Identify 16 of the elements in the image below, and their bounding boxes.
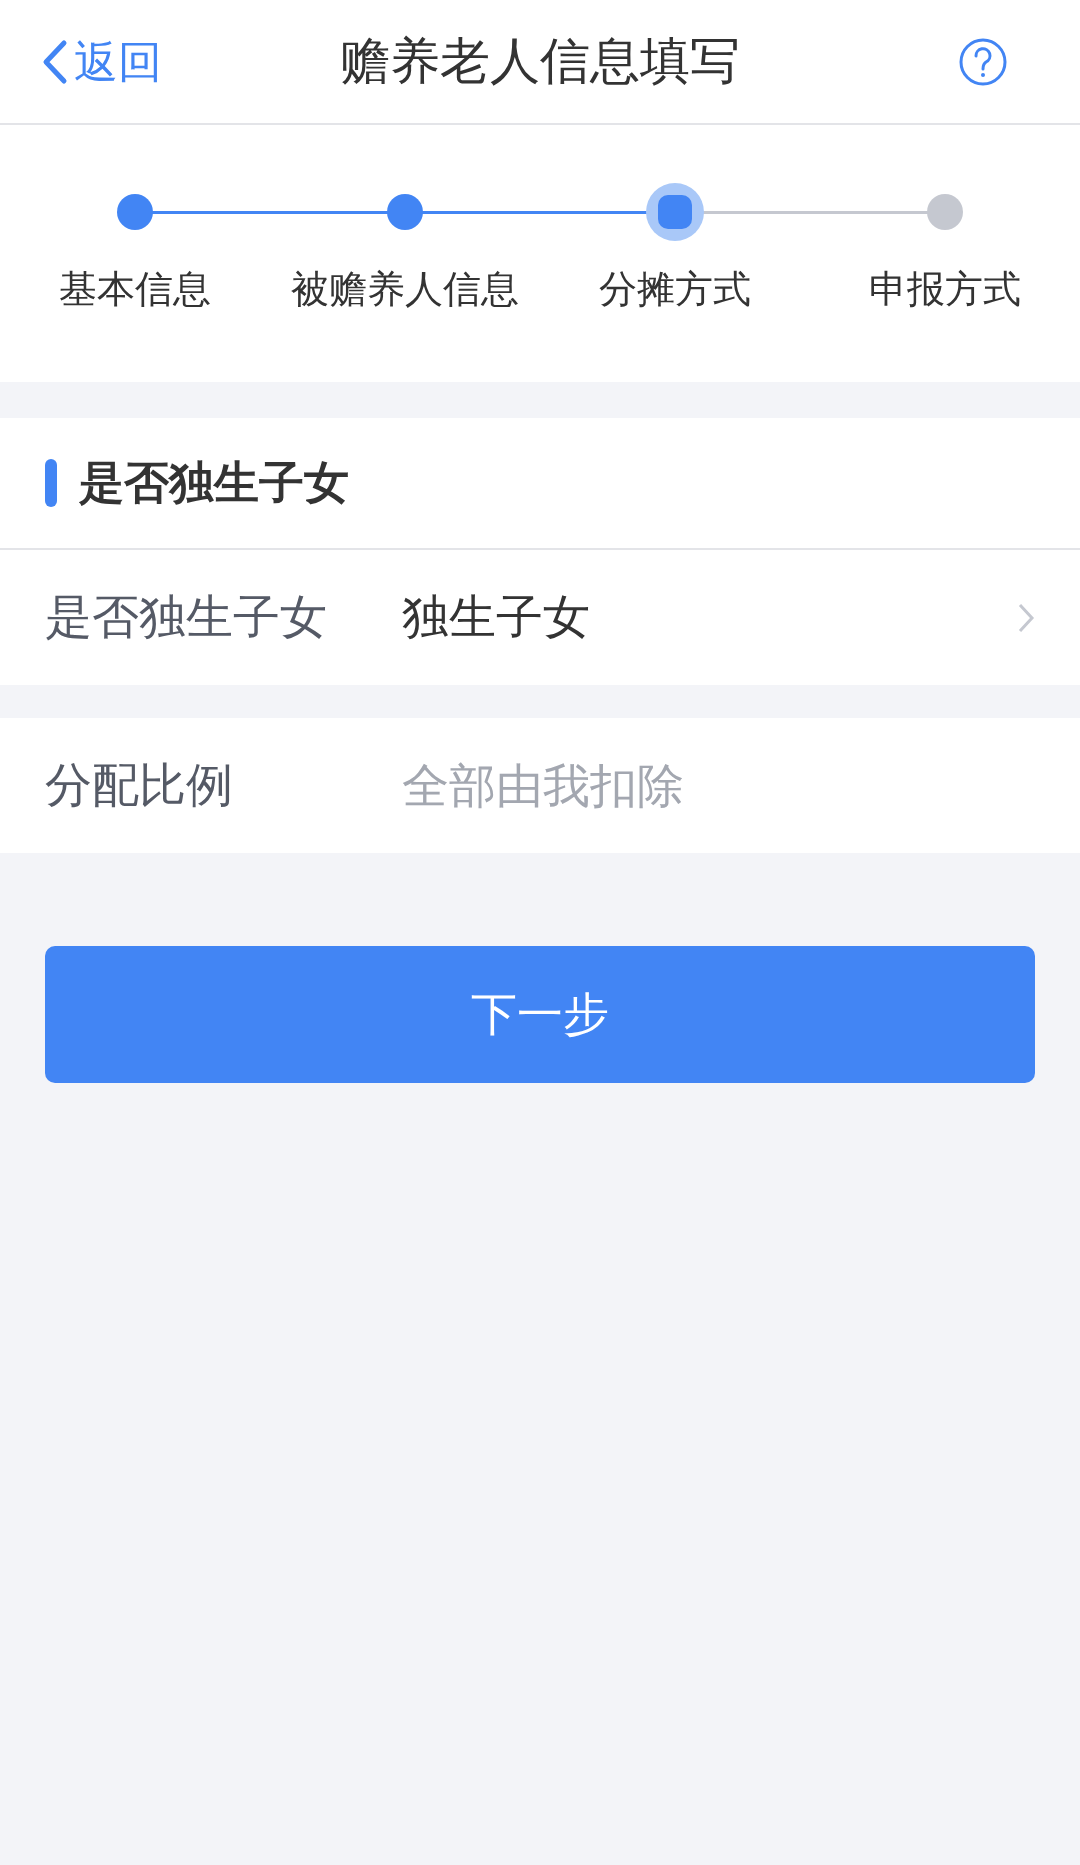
form-row[interactable]: 分配比例 全部由我扣除 <box>0 718 1080 853</box>
row-label: 是否独生子女 <box>45 589 328 646</box>
row-label: 分配比例 <box>45 757 234 814</box>
step-label: 申报方式 <box>869 267 1021 312</box>
next-button[interactable]: 下一步 <box>45 946 1035 1083</box>
step-label: 分摊方式 <box>599 267 751 312</box>
page-title: 赡养老人信息填写 <box>340 32 740 91</box>
step-label: 被赡养人信息 <box>291 267 519 312</box>
step-label: 基本信息 <box>59 267 211 312</box>
form-row[interactable]: 是否独生子女 独生子女 <box>0 550 1080 685</box>
section-title: 是否独生子女 <box>79 456 349 511</box>
select-field[interactable]: 独生子女 <box>402 582 1035 653</box>
back-button[interactable]: 返回 <box>40 28 162 95</box>
help-icon[interactable] <box>958 36 1008 87</box>
section-marker <box>45 459 57 507</box>
chevron-right-icon <box>1017 601 1035 634</box>
